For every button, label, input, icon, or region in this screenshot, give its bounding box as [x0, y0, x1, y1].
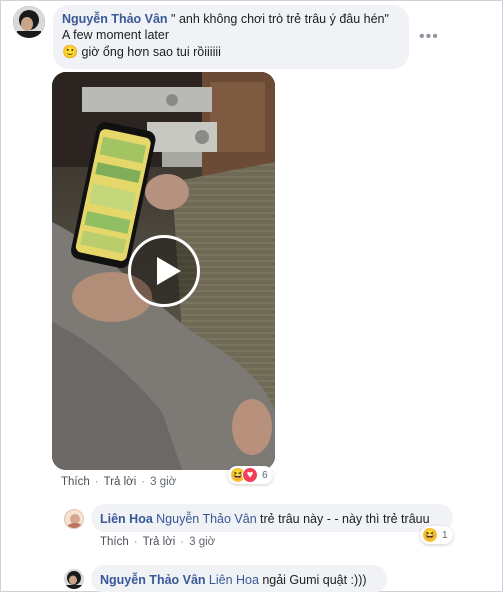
- separator-dot: ·: [133, 536, 138, 548]
- separator-dot: ·: [180, 536, 185, 548]
- comment-line-3: 🙂 giờ ổng hơn sao tui rồiiiiii: [62, 44, 221, 60]
- comment-text-line-2: A few moment later: [62, 28, 169, 42]
- avatar[interactable]: [13, 6, 45, 38]
- comment-author[interactable]: Nguyễn Thảo Vân: [62, 12, 168, 26]
- comment-actions: Thích · Trả lời · 3 giờ: [61, 476, 176, 488]
- mention-link[interactable]: Nguyễn Thảo Vân: [156, 512, 257, 526]
- like-button[interactable]: Thích: [61, 476, 90, 488]
- timestamp[interactable]: 3 giờ: [150, 476, 176, 488]
- reaction-count: 6: [262, 469, 268, 481]
- reply-line: Liên Hoa Nguyễn Thảo Vân trẻ trâu này - …: [100, 512, 430, 526]
- reply-button[interactable]: Trả lời: [104, 476, 137, 488]
- haha-icon: 😆: [422, 527, 438, 543]
- timestamp[interactable]: 3 giờ: [189, 536, 215, 548]
- love-icon: ♥: [242, 467, 258, 483]
- reply-actions: Thích · Trả lời · 3 giờ: [100, 536, 215, 548]
- play-button[interactable]: [128, 235, 200, 307]
- like-button[interactable]: Thích: [100, 536, 129, 548]
- comment-text-line-3: giờ ổng hơn sao tui rồiiiiii: [81, 45, 221, 59]
- reaction-summary[interactable]: 😆 1: [420, 526, 453, 544]
- reply-author[interactable]: Liên Hoa: [100, 512, 153, 526]
- reply-author[interactable]: Nguyễn Thảo Vân: [100, 573, 206, 587]
- comment-text-quote: " anh không chơi trò trẻ trâu ý đâu hén": [167, 12, 389, 26]
- reply-text: trẻ trâu này - - này thì trẻ trâuu: [260, 512, 430, 526]
- video-attachment[interactable]: [52, 72, 275, 470]
- play-icon: [157, 257, 181, 285]
- reply-line: Nguyễn Thảo Vân Liên Hoa ngải Gumi quật …: [100, 573, 367, 587]
- mention-link[interactable]: Liên Hoa: [209, 573, 259, 587]
- smiley-emoji-icon: 🙂: [62, 44, 79, 59]
- reaction-summary[interactable]: 😆 ♥ 6: [228, 466, 273, 484]
- separator-dot: ·: [94, 476, 99, 488]
- more-options-icon[interactable]: •••: [419, 29, 439, 45]
- reaction-count: 1: [442, 529, 448, 541]
- separator-dot: ·: [141, 476, 146, 488]
- reply-text: ngải Gumi quật :))): [262, 573, 367, 587]
- comment-line-1: Nguyễn Thảo Vân " anh không chơi trò trẻ…: [62, 12, 389, 26]
- avatar[interactable]: [64, 509, 84, 529]
- avatar[interactable]: [64, 569, 84, 589]
- reply-button[interactable]: Trả lời: [143, 536, 176, 548]
